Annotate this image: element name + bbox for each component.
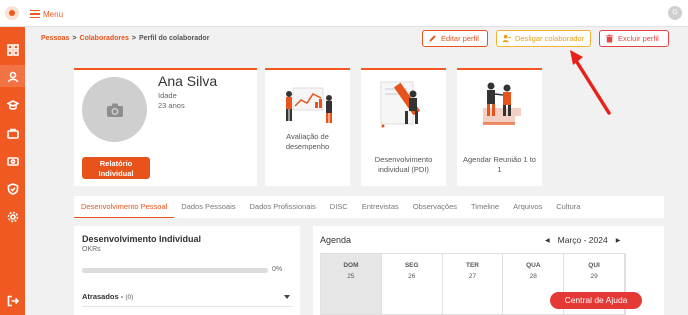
annotation-arrow (570, 50, 611, 115)
settings-icon[interactable] (6, 210, 19, 223)
pdi-label: Desenvolvimento individual (PDI) (374, 155, 433, 174)
individual-report-button[interactable]: Relatório Individual (82, 157, 150, 179)
dashboard-icon[interactable] (6, 43, 19, 56)
top-bar: Menu G (0, 0, 688, 27)
camera-icon (106, 103, 123, 117)
late-items-label: Atrasados - (82, 292, 124, 301)
divider (82, 306, 292, 307)
agenda-title: Agenda (320, 235, 352, 245)
breadcrumb-colaboradores[interactable]: Colaboradores (80, 35, 129, 42)
edit-profile-label: Editar perfil (441, 34, 479, 43)
day-number: 28 (529, 273, 537, 280)
late-items-count: (0) (125, 294, 134, 301)
schedule-one-on-one-label: Agendar Reunião 1 to 1 (463, 155, 536, 174)
tab-dados-profissionais[interactable]: Dados Profissionais (243, 196, 323, 218)
okr-progress-bar (82, 268, 268, 273)
tab-disc[interactable]: DISC (323, 196, 355, 218)
performance-evaluation-label: Avaliação de desempenho (285, 132, 330, 151)
day-number: 29 (590, 273, 598, 280)
okr-progress-percent: 0% (272, 266, 283, 273)
menu-button[interactable]: Menu (30, 8, 63, 20)
day-number: 26 (408, 273, 416, 280)
late-items-toggle[interactable]: Atrasados - (0) (82, 292, 133, 301)
meeting-illustration-icon (483, 82, 521, 125)
delete-profile-label: Excluir perfil (618, 34, 659, 43)
day-name: TER (465, 262, 479, 269)
calendar-day[interactable]: TER 27 (443, 254, 504, 314)
pdi-illustration-icon (380, 81, 421, 128)
people-icon[interactable] (6, 70, 19, 83)
day-number: 25 (347, 273, 355, 280)
avatar[interactable]: G (668, 6, 682, 20)
tab-dados-pessoais[interactable]: Dados Pessoais (174, 196, 242, 218)
deactivate-employee-label: Desligar colaborador (515, 34, 585, 43)
breadcrumb: Pessoas > Colaboradores > Perfil do cola… (41, 35, 209, 42)
agenda-month-label: Março - 2024 (557, 235, 608, 245)
previous-month-icon[interactable]: ◀ (545, 237, 550, 244)
briefcase-icon[interactable] (6, 126, 19, 139)
trash-icon (605, 34, 614, 43)
tab-observacoes[interactable]: Observações (406, 196, 464, 218)
tab-cultura[interactable]: Cultura (549, 196, 587, 218)
profile-tabs: Desenvolvimento Pessoal Dados Pessoais D… (74, 196, 664, 218)
day-name: DOM (343, 262, 359, 269)
hamburger-icon (30, 10, 40, 18)
tab-desenvolvimento-pessoal[interactable]: Desenvolvimento Pessoal (74, 196, 175, 218)
breadcrumb-separator: > (131, 35, 137, 42)
tab-arquivos[interactable]: Arquivos (506, 196, 549, 218)
day-number: 27 (468, 273, 477, 280)
money-icon[interactable] (6, 154, 19, 167)
development-title: Desenvolvimento Individual (82, 234, 202, 244)
okrs-subtitle: OKRs (82, 246, 101, 253)
tab-entrevistas[interactable]: Entrevistas (355, 196, 406, 218)
pdi-card[interactable]: Desenvolvimento individual (PDI) (361, 68, 446, 186)
evaluation-illustration-icon (286, 87, 332, 123)
age-value: 23 anos (158, 101, 185, 110)
tab-timeline[interactable]: Timeline (464, 196, 506, 218)
performance-evaluation-card[interactable]: Avaliação de desempenho (265, 68, 350, 186)
agenda-month-nav: ◀ Março - 2024 ▶ (545, 235, 620, 245)
help-center-button[interactable]: Central de Ajuda (550, 292, 642, 309)
sidebar (0, 27, 25, 315)
delete-profile-button[interactable]: Excluir perfil (599, 30, 669, 47)
deactivate-employee-button[interactable]: Desligar colaborador (496, 30, 591, 47)
calendar-day[interactable]: SEG 26 (382, 254, 443, 314)
breadcrumb-current: Perfil do colaborador (139, 35, 210, 42)
individual-development-card: Desenvolvimento Individual OKRs 0% Atras… (74, 226, 300, 315)
shield-icon[interactable] (6, 182, 19, 195)
profile-photo[interactable] (82, 77, 147, 142)
profile-card: Ana Silva Idade 23 anos Relatório Indivi… (74, 68, 257, 186)
next-month-icon[interactable]: ▶ (616, 237, 621, 244)
pencil-icon (429, 35, 436, 42)
day-name: SEG (404, 262, 419, 269)
user-minus-icon (502, 34, 511, 43)
employee-name: Ana Silva (158, 73, 218, 89)
schedule-one-on-one-card[interactable]: Agendar Reunião 1 to 1 (457, 68, 542, 186)
day-name: QUI (588, 262, 600, 269)
breadcrumb-pessoas[interactable]: Pessoas (41, 35, 69, 42)
calendar-day[interactable]: DOM 25 (321, 254, 382, 314)
age-label: Idade (158, 91, 177, 100)
menu-label: Menu (43, 9, 64, 19)
chevron-down-icon[interactable] (284, 295, 290, 299)
breadcrumb-separator: > (72, 35, 77, 42)
logout-icon[interactable] (6, 294, 19, 307)
day-name: QUA (526, 262, 541, 269)
edit-profile-button[interactable]: Editar perfil (422, 30, 488, 47)
logo-icon[interactable] (5, 6, 19, 20)
graduation-icon[interactable] (6, 98, 19, 111)
